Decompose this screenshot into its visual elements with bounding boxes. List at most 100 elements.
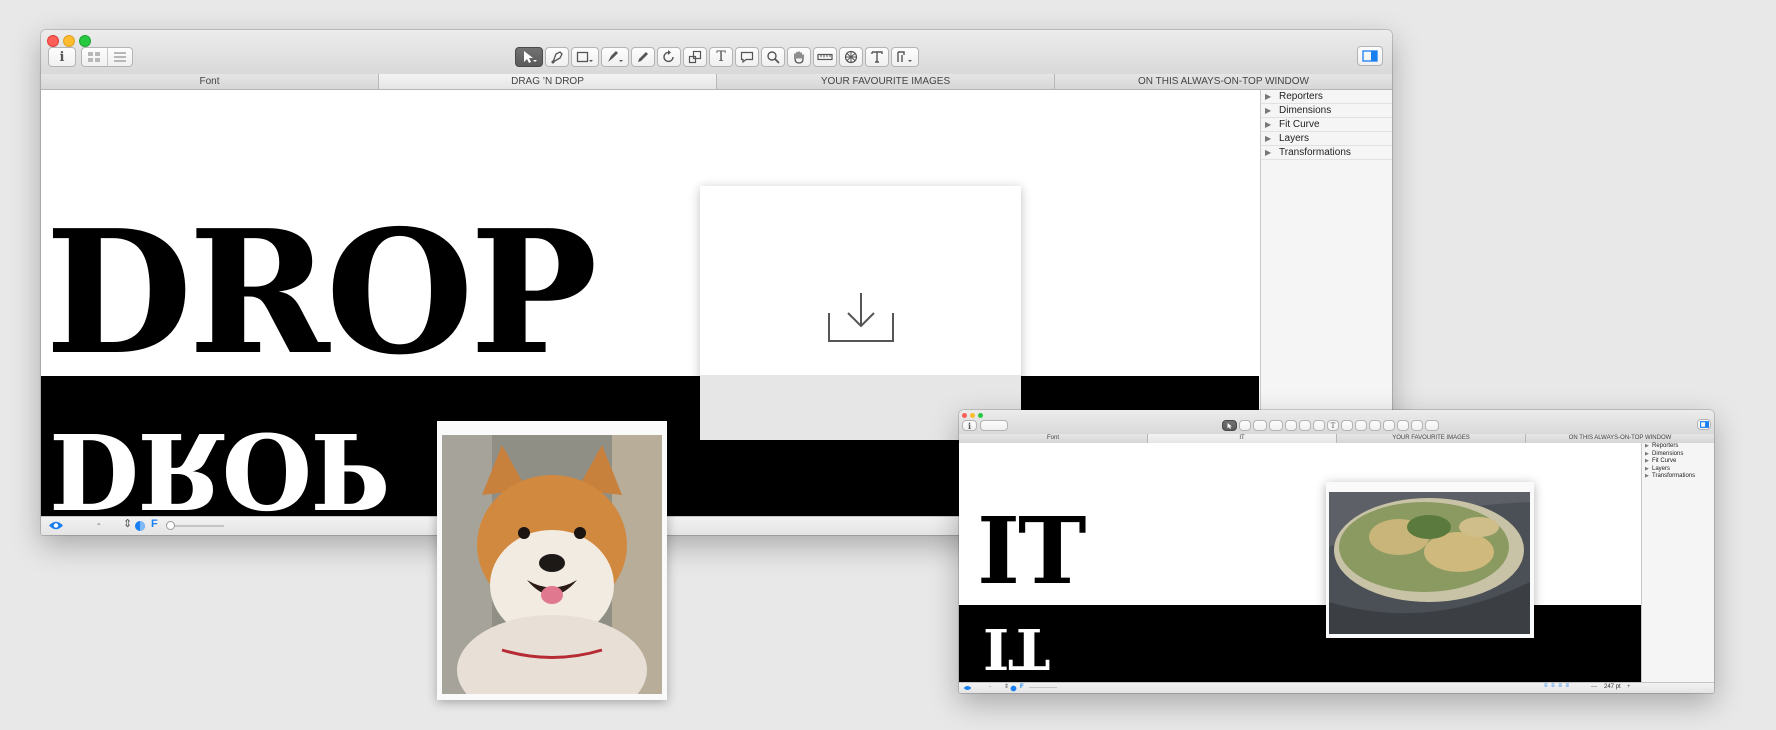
zoom-slider[interactable] [166,521,224,530]
scale-tool[interactable] [1313,420,1325,431]
info-button[interactable]: i [48,47,76,67]
favourite-image-card[interactable] [1326,482,1534,638]
font-f-icon[interactable]: F [1020,684,1024,690]
tab-always-on-top[interactable]: ON THIS ALWAYS-ON-TOP WINDOW [1055,74,1392,89]
pencil-tool[interactable] [631,47,655,67]
sidebar-item-layers[interactable]: ▶ Layers [1261,132,1392,146]
eye-icon[interactable] [963,685,972,691]
text-icon: T [1330,421,1336,430]
disclosure-triangle-icon: ▶ [1265,106,1272,115]
measurement-tool[interactable] [1383,420,1395,431]
pen-tool[interactable] [601,47,629,67]
stepper-icon[interactable]: ⇕ [1004,683,1009,690]
stepper-icon[interactable]: ⇕ [123,517,132,530]
download-icon [828,293,894,342]
rectangle-tool[interactable] [1253,420,1267,431]
disclosure-triangle-icon: ▶ [1645,465,1649,472]
scale-tool[interactable] [683,47,707,67]
hand-tool[interactable] [787,47,811,67]
color-circle-icon[interactable] [1010,685,1017,692]
dog-photo [442,435,662,694]
zoom-slider[interactable] [1029,687,1057,688]
pencil-tool[interactable] [1285,420,1297,431]
pen-icon [608,51,623,62]
pointer-icon [1227,422,1232,429]
status-plus[interactable]: + [1627,684,1631,690]
sidebar-item-transformations[interactable]: ▶ Transformations [1261,146,1392,160]
zoom-tool[interactable] [761,47,785,67]
hand-tool[interactable] [1369,420,1381,431]
font-size-value[interactable]: 247 pt [1604,684,1621,690]
sidebar-icon [1362,50,1378,62]
type-tool[interactable] [865,47,889,67]
sidebar-item-label: Transformations [1652,473,1696,479]
close-button[interactable] [962,413,967,418]
select-tool[interactable] [1222,420,1237,431]
status-dash: - [97,518,101,530]
zoom-slider-knob[interactable] [166,521,175,530]
disclosure-triangle-icon: ▶ [1265,92,1272,101]
tab-favourite-images[interactable]: YOUR FAVOURITE IMAGES [1337,434,1526,443]
rectangle-tool[interactable] [571,47,599,67]
global-guides-tool[interactable] [1397,420,1409,431]
node-tool[interactable] [545,47,569,67]
rotate-tool[interactable] [1299,420,1311,431]
sidebar-item-layers[interactable]: ▶ Layers [1642,466,1714,474]
measurement-tool[interactable] [813,47,837,67]
sidebar-item-fit-curve[interactable]: ▶ Fit Curve [1261,118,1392,132]
list-view-icon[interactable] [108,48,133,66]
sidebar-item-reporters[interactable]: ▶ Reporters [1642,443,1714,451]
sidebar-item-transformations[interactable]: ▶ Transformations [1642,473,1714,481]
zoom-button[interactable] [978,413,983,418]
info-button[interactable]: i [962,420,977,431]
rotate-icon [663,50,674,63]
text-tool[interactable]: T [1327,420,1339,431]
preview-text-mirrored: IT [983,615,1049,681]
secondary-edit-canvas[interactable]: IT IT [959,443,1641,683]
select-tool[interactable] [515,47,543,67]
palette-tool[interactable] [1425,420,1439,431]
global-guides-tool[interactable] [839,47,863,67]
annotation-tool[interactable] [735,47,759,67]
dragged-image-card[interactable] [437,421,667,700]
bracket-icon [897,51,912,62]
grid-view-icon[interactable] [82,48,108,66]
view-mode-segment[interactable] [980,420,1008,431]
drop-target-panel[interactable] [700,186,1021,440]
rotate-tool[interactable] [657,47,681,67]
text-align-icons[interactable]: ≡ ≡ ≡ ≡ [1544,683,1570,689]
tab-font[interactable]: Font [41,74,379,89]
pen-tool[interactable] [1269,420,1283,431]
text-tool[interactable]: T [709,47,733,67]
node-tool[interactable] [1239,420,1251,431]
font-f-icon[interactable]: F [151,518,158,530]
minimize-button[interactable] [970,413,975,418]
sidebar-toggle-button[interactable] [1697,419,1711,430]
tab-it[interactable]: IT [1148,434,1337,443]
sidebar-toggle-button[interactable] [1357,46,1383,66]
zoom-button[interactable] [79,35,91,47]
sidebar-item-dimensions[interactable]: ▶ Dimensions [1642,451,1714,459]
speech-bubble-icon [740,51,754,64]
annotation-tool[interactable] [1341,420,1353,431]
sidebar-item-dimensions[interactable]: ▶ Dimensions [1261,104,1392,118]
sidebar-item-reporters[interactable]: ▶ Reporters [1261,90,1392,104]
color-circle-icon[interactable] [134,520,146,532]
type-tool[interactable] [1411,420,1423,431]
tab-always-on-top[interactable]: ON THIS ALWAYS-ON-TOP WINDOW [1526,434,1714,443]
minimize-button[interactable] [63,35,75,47]
pencil-icon [638,52,648,62]
pen-node-icon [551,51,563,64]
sidebar-icon [1699,421,1709,428]
disclosure-triangle-icon: ▶ [1645,458,1649,464]
info-icon: i [967,420,972,431]
eye-icon[interactable] [48,520,64,531]
tab-drag-n-drop[interactable]: DRAG ’N DROP [379,74,717,89]
tab-font[interactable]: Font [959,434,1148,443]
palette-tool[interactable] [891,47,919,67]
tab-favourite-images[interactable]: YOUR FAVOURITE IMAGES [717,74,1055,89]
sidebar-item-fit-curve[interactable]: ▶ Fit Curve [1642,458,1714,466]
zoom-tool[interactable] [1355,420,1367,431]
close-button[interactable] [47,35,59,47]
sidebar-item-label: Fit Curve [1652,458,1677,464]
